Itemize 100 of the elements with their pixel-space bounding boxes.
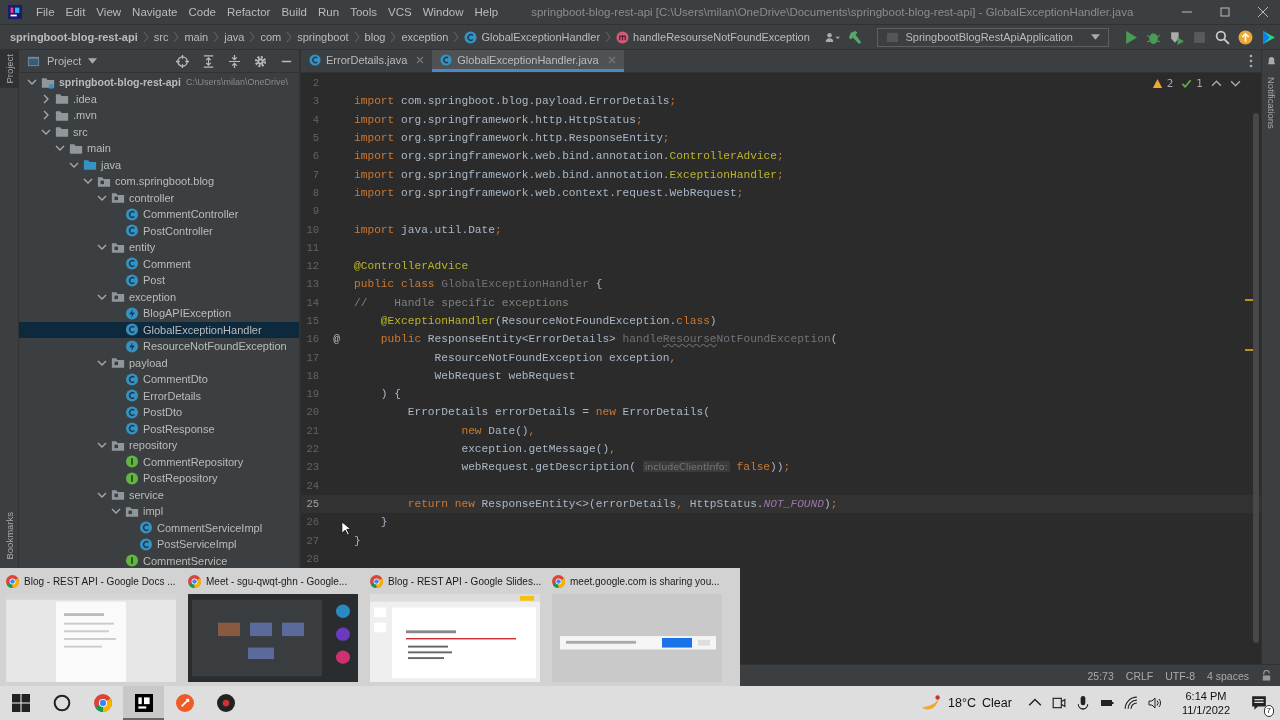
scrollbar[interactable] (1253, 113, 1259, 643)
menu-item[interactable]: Build (281, 6, 307, 18)
close-icon[interactable] (416, 55, 425, 64)
temperature[interactable]: 18°C (948, 696, 976, 710)
menu-item[interactable]: Edit (65, 6, 86, 18)
warning-icon[interactable] (1151, 77, 1163, 89)
tree-item[interactable]: CommentService (19, 552, 299, 569)
breadcrumb[interactable]: handleResourseNotFoundException (633, 31, 810, 43)
breadcrumb[interactable]: GlobalExceptionHandler (481, 31, 601, 43)
menu-item[interactable]: File (36, 6, 55, 18)
indent-setting[interactable]: 4 spaces (1206, 669, 1249, 682)
run-configuration-dropdown[interactable]: SpringbootBlogRestApiApplication (877, 27, 1109, 47)
tree-item[interactable]: ErrorDetails (19, 387, 299, 404)
breadcrumb[interactable]: com (260, 31, 282, 43)
tree-item[interactable]: Post (19, 272, 299, 289)
line-separator[interactable]: CRLF (1125, 669, 1154, 682)
breadcrumb[interactable]: src (153, 31, 169, 43)
more-icon[interactable] (1249, 54, 1253, 68)
plugin-icon[interactable] (1261, 29, 1276, 45)
maximize-icon[interactable] (1220, 7, 1230, 17)
caret-position[interactable]: 25:73 (1087, 669, 1114, 682)
tree-item[interactable]: payload (19, 354, 299, 371)
editor-tab[interactable]: ErrorDetails.java (301, 50, 433, 72)
bookmarks-tool-tab[interactable]: Bookmarks (0, 508, 18, 564)
chevron-icon[interactable] (41, 93, 51, 104)
settings-icon[interactable] (254, 54, 267, 68)
menu-item[interactable]: View (96, 6, 122, 18)
close-icon[interactable] (1258, 7, 1268, 17)
camera-icon[interactable] (1051, 696, 1066, 710)
menu-item[interactable]: Refactor (226, 6, 271, 18)
tree-item[interactable]: Comment (19, 255, 299, 272)
menu-item[interactable]: VCS (388, 6, 412, 18)
tree-item[interactable]: PostRepository (19, 470, 299, 487)
tree-item[interactable]: exception (19, 288, 299, 305)
menu-item[interactable]: Tools (350, 6, 377, 18)
gutter-marker[interactable]: @ (333, 333, 340, 346)
tree-item[interactable]: src (19, 123, 299, 140)
notifications-tool-tab[interactable]: Notifications (1262, 73, 1280, 133)
bell-icon[interactable] (1265, 56, 1277, 67)
tree-item[interactable]: com.springboot.blog (19, 173, 299, 190)
tree-item[interactable]: CommentDto (19, 371, 299, 388)
chevron-up-icon[interactable] (1211, 77, 1222, 89)
panel-title[interactable]: Project (47, 55, 82, 67)
clock-time[interactable]: 6:14 PM (1185, 689, 1227, 703)
window-preview-title[interactable]: Blog - REST API - Google Docs ... (24, 575, 176, 587)
tree-item[interactable]: controller (19, 189, 299, 206)
tree-item[interactable]: repository (19, 437, 299, 454)
tree-item[interactable]: CommentServiceImpl (19, 519, 299, 536)
tree-item[interactable]: BlogAPIException (19, 305, 299, 322)
breadcrumb[interactable]: main (184, 31, 209, 43)
menu-item[interactable]: Code (188, 6, 216, 18)
tree-item[interactable]: CommentController (19, 206, 299, 223)
microphone-icon[interactable] (1075, 696, 1090, 710)
window-preview-title[interactable]: Meet - sgu-qwqt-ghn - Google... (206, 575, 348, 587)
tree-item[interactable]: PostServiceImpl (19, 536, 299, 553)
tree-item[interactable]: GlobalExceptionHandler (19, 321, 299, 338)
tree-item[interactable]: PostResponse (19, 420, 299, 437)
tree-item[interactable]: entity (19, 239, 299, 256)
volume-icon[interactable] (1147, 696, 1162, 710)
tree-item[interactable]: CommentRepository (19, 453, 299, 470)
project-tool-tab[interactable]: Project (0, 50, 18, 88)
taskbar-app[interactable] (123, 686, 164, 720)
tree-item[interactable]: PostDto (19, 404, 299, 421)
window-preview-title[interactable]: Blog - REST API - Google Slides... (388, 575, 542, 587)
tree-item[interactable]: .idea (19, 90, 299, 107)
tree-item[interactable]: .mvn (19, 107, 299, 124)
tree-item[interactable]: main (19, 140, 299, 157)
crosshair-icon[interactable] (176, 54, 189, 68)
lock-icon[interactable] (1261, 670, 1272, 681)
search-icon[interactable] (1215, 29, 1230, 45)
file-encoding[interactable]: UTF-8 (1165, 669, 1195, 682)
menu-item[interactable]: Run (318, 6, 340, 18)
breadcrumb[interactable]: springboot (297, 31, 349, 43)
shield-icon[interactable] (1169, 29, 1184, 45)
tree-item[interactable]: PostController (19, 222, 299, 239)
update-icon[interactable] (1238, 29, 1253, 45)
breadcrumb[interactable]: springboot-blog-rest-api (10, 31, 138, 43)
wifi-icon[interactable] (1123, 696, 1138, 710)
tree-item[interactable]: service (19, 486, 299, 503)
check-icon[interactable] (1181, 77, 1193, 89)
menu-item[interactable]: Window (422, 6, 464, 18)
clock-date[interactable]: 11/1/2022 (1181, 703, 1230, 717)
editor-tab[interactable]: GlobalExceptionHandler.java (432, 50, 624, 72)
collapse-all-icon[interactable] (228, 54, 241, 68)
hammer-icon[interactable] (848, 29, 864, 45)
run-icon[interactable] (1123, 29, 1138, 45)
tree-item[interactable]: ResourceNotFoundException (19, 338, 299, 355)
menu-item[interactable]: Navigate (132, 6, 178, 18)
breadcrumb[interactable]: exception (401, 31, 449, 43)
weather-condition[interactable]: Clear (982, 696, 1012, 710)
tree-item[interactable]: impl (19, 503, 299, 520)
chevron-icon[interactable] (41, 110, 51, 121)
tree-item[interactable]: springboot-blog-rest-api C:\Users\milan\OneDrive\ (19, 74, 299, 91)
expand-all-icon[interactable] (202, 54, 215, 68)
tree-item[interactable]: java (19, 156, 299, 173)
caret-icon[interactable] (88, 58, 98, 64)
breadcrumb[interactable]: java (224, 31, 245, 43)
window-preview-title[interactable]: meet.google.com is sharing you... (570, 575, 720, 587)
menu-item[interactable]: Help (474, 6, 499, 18)
weather-icon[interactable] (920, 694, 943, 712)
